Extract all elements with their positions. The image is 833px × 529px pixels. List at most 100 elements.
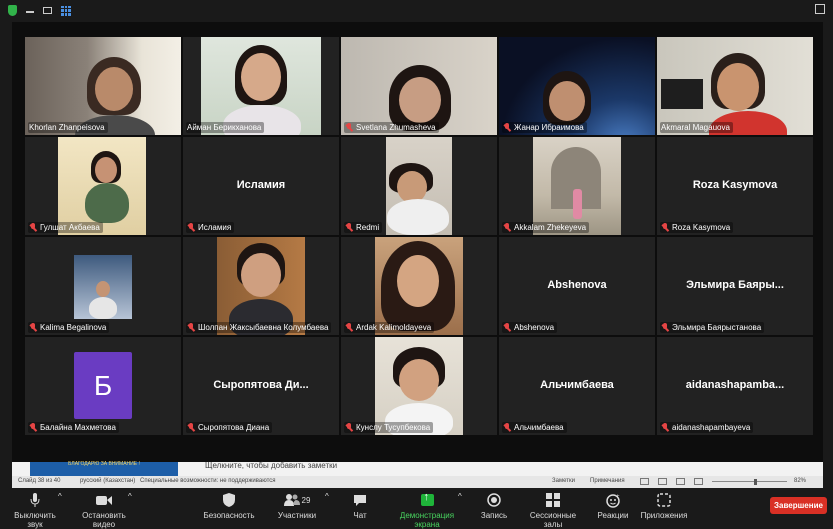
person-body: [85, 183, 129, 223]
video-camera-icon: [96, 495, 112, 505]
security-button[interactable]: Безопасность: [200, 492, 258, 520]
record-button[interactable]: Запись: [478, 492, 510, 520]
mute-button[interactable]: Выключить звук: [6, 492, 64, 529]
share-screen-icon: [420, 491, 434, 506]
participant-display-name: Эльмира Баяры...: [686, 279, 784, 291]
slide-sorter-view-icon[interactable]: [658, 478, 667, 485]
zoom-slider[interactable]: [712, 481, 787, 482]
mic-muted-icon: [345, 323, 353, 332]
zoom-level[interactable]: 82%: [794, 478, 806, 484]
breakout-rooms-button[interactable]: Сессионные залы: [520, 492, 586, 529]
mic-muted-icon: [503, 223, 511, 232]
person-face: [95, 157, 117, 183]
monitor-in-background: [661, 79, 703, 109]
mic-muted-icon: [661, 323, 669, 332]
reading-view-icon[interactable]: [676, 478, 685, 485]
participant-name-label: Redmi: [344, 222, 383, 233]
minimize-icon[interactable]: [26, 10, 34, 13]
language-indicator[interactable]: русский (Казахстан): [80, 478, 135, 484]
participant-tile[interactable]: Akkalam Zhekeyeva: [499, 137, 655, 235]
participant-name-label: Сыропятова Диана: [186, 422, 273, 433]
active-speaker-tile[interactable]: Akmaral Magauova: [657, 37, 813, 135]
participant-tile[interactable]: Айман Берикханова: [183, 37, 339, 135]
participant-name-label: Kalima Begalinova: [28, 322, 110, 333]
breakout-rooms-icon: [546, 493, 560, 507]
chat-bubble-icon: [354, 494, 366, 506]
end-meeting-button[interactable]: Завершение: [770, 497, 827, 514]
participant-name-label: Akkalam Zhekeyeva: [502, 222, 590, 233]
participant-tile[interactable]: Альчимбаева Альчимбаева: [499, 337, 655, 435]
apps-button[interactable]: Приложения: [640, 492, 688, 520]
meeting-toolbar: Выключить звук ^ Остановить видео ^ Безо…: [0, 488, 833, 529]
person-face: [399, 359, 439, 401]
participant-tile[interactable]: Шолпан Жаксыбаевна Колумбаева: [183, 237, 339, 335]
participant-tile[interactable]: Б Балайна Махметова: [25, 337, 181, 435]
mic-muted-icon: [29, 323, 37, 332]
comments-toggle[interactable]: Примечания: [590, 478, 625, 484]
encryption-shield-icon[interactable]: [8, 5, 17, 16]
notes-placeholder[interactable]: Щелкните, чтобы добавить заметки: [205, 461, 337, 470]
participant-name-label: Ardak Kalimoldayeva: [344, 322, 435, 333]
participant-tile[interactable]: Ardak Kalimoldayeva: [341, 237, 497, 335]
participant-tile[interactable]: Гулшат Акбаева: [25, 137, 181, 235]
share-screen-button[interactable]: Демонстрация экрана: [388, 491, 466, 529]
participants-options-caret-icon[interactable]: ^: [325, 492, 329, 501]
microphone-icon: [30, 492, 40, 507]
normal-view-icon[interactable]: [640, 478, 649, 485]
participant-tile[interactable]: Эльмира Баяры... Эльмира Баярыстанова: [657, 237, 813, 335]
participant-name-label: Эльмира Баярыстанова: [660, 322, 765, 333]
slide-thumbnail[interactable]: БЛАГОДАРЮ ЗА ВНИМАНИЕ !: [30, 462, 178, 476]
participant-name-label: Akmaral Magauova: [660, 122, 733, 133]
mic-muted-icon: [345, 223, 353, 232]
shield-icon: [223, 493, 235, 507]
chat-button[interactable]: Чат: [348, 492, 372, 520]
apps-icon: [657, 493, 671, 507]
mute-options-caret-icon[interactable]: ^: [58, 492, 62, 501]
mic-muted-icon: [345, 423, 353, 432]
participant-tile[interactable]: Svetlana Zhumasheva: [341, 37, 497, 135]
gallery-view-icon[interactable]: [61, 5, 71, 16]
zoom-slider-knob[interactable]: [754, 479, 757, 485]
restore-icon[interactable]: [43, 7, 52, 14]
person-face: [399, 77, 441, 123]
participant-tile[interactable]: Khorlan Zhanpeisova: [25, 37, 181, 135]
participant-name-label: Кунслу Тусупбекова: [344, 422, 434, 433]
stop-video-button[interactable]: Остановить видео: [72, 492, 136, 529]
presentation-notes-pane: БЛАГОДАРЮ ЗА ВНИМАНИЕ ! Щелкните, чтобы …: [12, 461, 823, 476]
participant-tile[interactable]: aidanashapamba... aidanashapambayeva: [657, 337, 813, 435]
notes-toggle[interactable]: Заметки: [552, 478, 575, 484]
video-options-caret-icon[interactable]: ^: [128, 492, 132, 501]
share-options-caret-icon[interactable]: ^: [458, 492, 462, 501]
slideshow-view-icon[interactable]: [694, 478, 703, 485]
reactions-button[interactable]: + Реакции: [596, 492, 630, 521]
mic-muted-icon: [503, 323, 511, 332]
participant-tile[interactable]: Redmi: [341, 137, 497, 235]
participant-name-label: Abshenova: [502, 322, 558, 333]
mic-muted-icon: [187, 323, 195, 332]
accessibility-status[interactable]: Специальные возможности: не поддерживают…: [140, 478, 276, 484]
participant-name-label: Khorlan Zhanpeisova: [28, 122, 108, 133]
participant-tile[interactable]: Сыропятова Ди... Сыропятова Диана: [183, 337, 339, 435]
person-face: [717, 63, 759, 111]
mic-muted-icon: [187, 423, 195, 432]
person-body: [387, 199, 449, 235]
fullscreen-icon[interactable]: [815, 4, 825, 14]
participants-icon: [283, 494, 300, 506]
participant-tile[interactable]: Жанар Ибраимова: [499, 37, 655, 135]
participant-name-label: Альчимбаева: [502, 422, 567, 433]
presentation-status-bar: Слайд 38 из 40 русский (Казахстан) Специ…: [12, 476, 823, 488]
participant-name-label: Исламия: [186, 222, 235, 233]
participants-button[interactable]: 29 Участники: [274, 492, 320, 520]
participant-tile[interactable]: Кунслу Тусупбекова: [341, 337, 497, 435]
participant-tile[interactable]: Roza Kasymova Roza Kasymova: [657, 137, 813, 235]
record-icon: [487, 493, 501, 507]
participant-name-label: Шолпан Жаксыбаевна Колумбаева: [186, 322, 332, 333]
participant-tile[interactable]: Исламия Исламия: [183, 137, 339, 235]
person-face: [549, 81, 585, 121]
participant-name-label: Гулшат Акбаева: [28, 222, 103, 233]
participant-display-name: Исламия: [236, 179, 286, 191]
person-face: [397, 171, 427, 203]
person-body: [89, 297, 117, 319]
participant-tile[interactable]: Abshenova Abshenova: [499, 237, 655, 335]
participant-tile[interactable]: Kalima Begalinova: [25, 237, 181, 335]
